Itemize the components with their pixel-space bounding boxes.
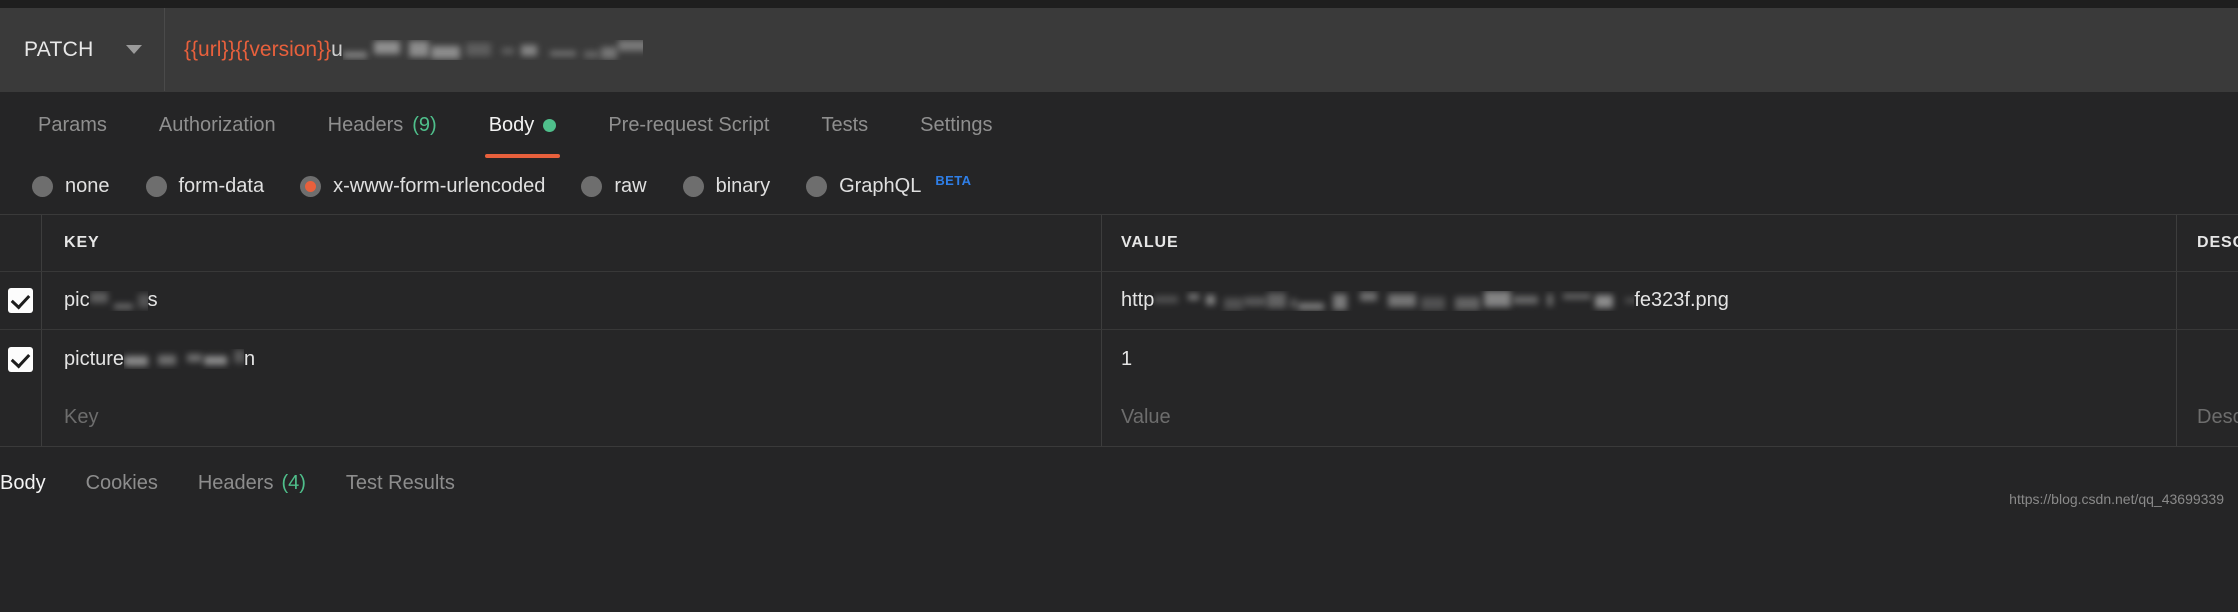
body-type-label: GraphQL — [839, 174, 922, 197]
request-tab-label: Params — [38, 113, 107, 136]
table-placeholder-row[interactable]: Key Value Descrip — [0, 388, 2238, 446]
key-cell[interactable]: picture n — [42, 330, 1102, 388]
http-method-dropdown[interactable]: PATCH — [0, 8, 165, 91]
key-text-suffix: s — [147, 289, 158, 311]
request-tab-params[interactable]: Params — [12, 92, 133, 158]
value-text: http — [1121, 289, 1155, 311]
response-tab-cookies[interactable]: Cookies — [66, 472, 178, 495]
key-text-suffix: n — [244, 347, 256, 370]
request-tab-label: Settings — [920, 113, 993, 136]
key-redacted-region — [89, 291, 148, 311]
placeholder-description-input[interactable]: Descrip — [2197, 406, 2238, 429]
column-header-key: KEY — [64, 234, 100, 251]
value-cell[interactable]: 1 — [1102, 330, 2177, 388]
description-cell[interactable] — [2177, 272, 2238, 329]
http-method-label: PATCH — [24, 37, 94, 61]
value-text: 1 — [1121, 347, 1133, 370]
watermark-text: https://blog.csdn.net/qq_43699339 — [2009, 491, 2224, 507]
request-tab-label: Authorization — [158, 113, 276, 136]
header-checkbox-cell — [0, 215, 42, 271]
body-type-label: x-www-form-urlencoded — [333, 174, 546, 197]
placeholder-value-input[interactable]: Value — [1121, 406, 1171, 429]
body-type-label: raw — [614, 174, 647, 197]
request-tab-label: Pre-request Script — [608, 113, 770, 136]
placeholder-checkbox-cell — [0, 388, 42, 446]
response-tab-label: Headers — [197, 471, 274, 494]
body-modified-dot-icon — [543, 118, 557, 132]
column-header-value: VALUE — [1121, 234, 1179, 251]
key-redacted-region — [124, 349, 245, 369]
url-variables-text: {{url}}{{version}} — [184, 37, 332, 61]
request-tab-body[interactable]: Body — [463, 92, 583, 158]
url-redacted-region — [342, 39, 643, 60]
response-tab-bar: Body Cookies Headers (4) Test Results https:… — [0, 447, 2238, 519]
response-tab-label: Test Results — [345, 471, 455, 494]
request-tab-bar: Params Authorization Headers (9) Body Pre-req… — [0, 92, 2238, 158]
form-params-table: KEY VALUE DESCRIPT picshttpfe323f.pngpic… — [0, 214, 2238, 447]
request-tab-authorization[interactable]: Authorization — [133, 92, 302, 158]
window-top-strip — [0, 0, 2238, 8]
request-tab-settings[interactable]: Settings — [894, 92, 1018, 158]
radio-unselected-icon[interactable] — [32, 175, 53, 197]
body-type-x-www-form-urlencoded[interactable]: x-www-form-urlencoded — [282, 175, 563, 198]
body-type-label: binary — [715, 174, 771, 197]
value-redacted-region — [1154, 290, 1635, 311]
chevron-down-icon — [126, 45, 142, 54]
row-enabled-checkbox[interactable] — [8, 288, 33, 313]
key-cell[interactable]: pic s — [42, 272, 1102, 329]
value-cell[interactable]: http fe323f.png — [1102, 272, 2177, 329]
response-tab-body[interactable]: Body — [0, 472, 66, 495]
description-cell[interactable] — [2177, 330, 2238, 388]
body-type-binary[interactable]: binary — [665, 175, 788, 198]
body-type-radio-group: none form-data x-www-form-urlencoded raw bin… — [0, 158, 2238, 214]
response-tab-count: (4) — [281, 471, 306, 494]
radio-unselected-icon[interactable] — [581, 175, 603, 197]
placeholder-key-input[interactable]: Key — [64, 406, 98, 429]
key-text: pic — [64, 289, 90, 311]
body-type-none[interactable]: none — [14, 175, 128, 198]
url-path-text: u — [331, 37, 343, 61]
request-tab-count: (9) — [412, 113, 437, 136]
value-text-suffix: fe323f.png — [1634, 289, 1729, 311]
response-tab-label: Cookies — [85, 471, 158, 494]
request-tab-tests[interactable]: Tests — [795, 92, 894, 158]
request-url-bar: PATCH {{url}}{{version}} u — [0, 8, 2238, 92]
request-tab-headers[interactable]: Headers (9) — [302, 92, 463, 158]
request-tab-label: Headers — [327, 113, 404, 136]
body-type-form-data[interactable]: form-data — [128, 175, 283, 198]
key-text: picture — [64, 347, 125, 370]
active-tab-underline — [484, 154, 561, 158]
body-type-graphql[interactable]: GraphQL BETA — [788, 172, 989, 198]
radio-unselected-icon[interactable] — [682, 175, 704, 197]
request-tab-label: Body — [488, 113, 535, 136]
radio-unselected-icon[interactable] — [145, 175, 167, 197]
request-url-input[interactable]: {{url}}{{version}} u — [165, 8, 2238, 91]
radio-selected-icon[interactable] — [300, 175, 322, 197]
body-type-label: form-data — [178, 174, 265, 197]
row-enabled-checkbox[interactable] — [8, 346, 33, 372]
response-tab-headers[interactable]: Headers (4) — [178, 472, 326, 495]
column-header-description: DESCRIPT — [2197, 234, 2238, 251]
response-tab-label: Body — [0, 471, 46, 494]
table-row[interactable]: picture n 1 — [0, 330, 2238, 388]
beta-badge: BETA — [935, 172, 972, 188]
request-tab-label: Tests — [821, 113, 869, 136]
radio-unselected-icon[interactable] — [806, 175, 828, 197]
request-tab-pre-request-script[interactable]: Pre-request Script — [582, 92, 795, 158]
table-row[interactable]: pic s http fe323f.png — [0, 272, 2238, 330]
response-tab-test-results[interactable]: Test Results — [326, 472, 475, 495]
table-header-row: KEY VALUE DESCRIPT — [0, 215, 2238, 272]
body-type-raw[interactable]: raw — [563, 175, 664, 198]
body-type-label: none — [65, 174, 110, 197]
